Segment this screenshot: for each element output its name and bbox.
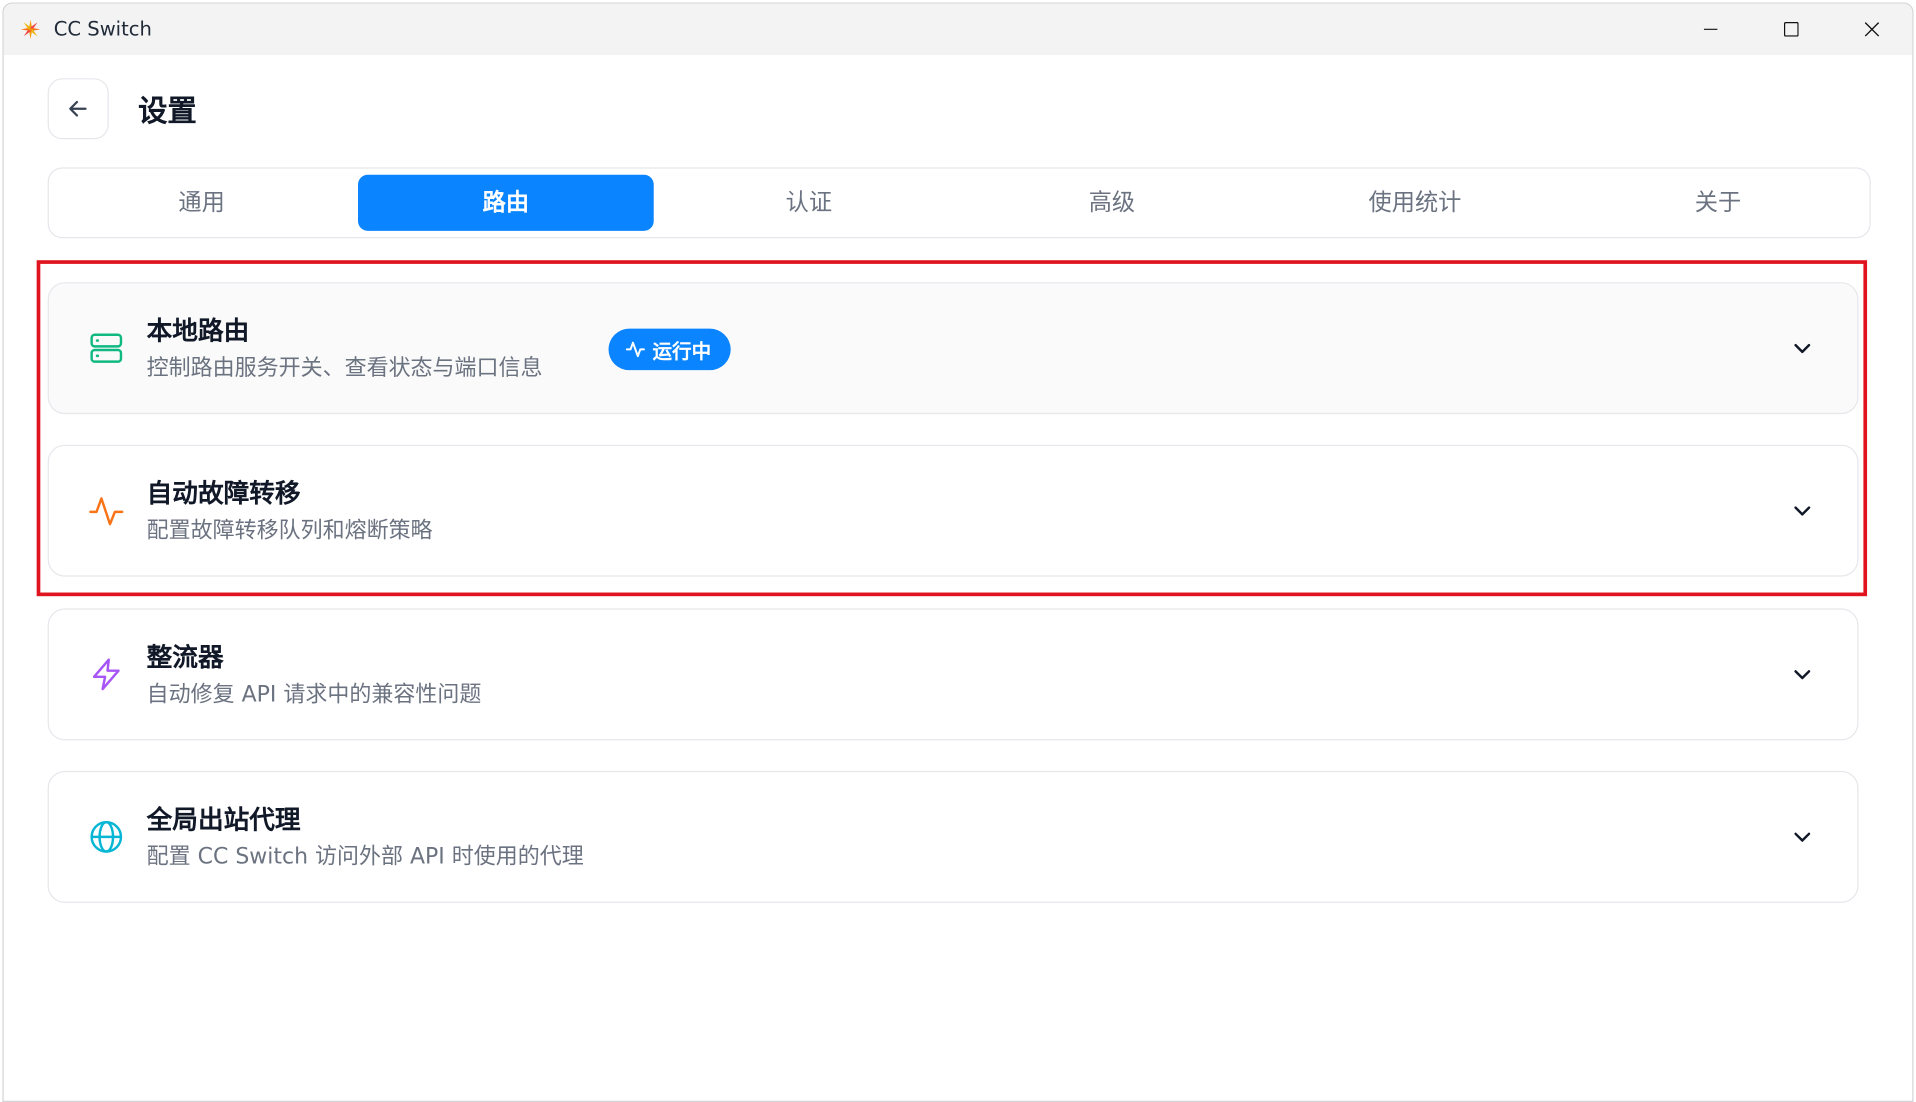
status-badge: 运行中 <box>608 328 731 371</box>
chevron-down-icon <box>1794 506 1811 516</box>
section-title: 本地路由 <box>146 316 250 346</box>
app-logo-icon <box>20 19 41 40</box>
tab-advanced[interactable]: 高级 <box>964 175 1260 231</box>
tab-auth[interactable]: 认证 <box>661 175 957 231</box>
maximize-icon <box>1783 21 1799 37</box>
back-button[interactable] <box>47 78 109 140</box>
activity-icon <box>625 341 645 358</box>
lightning-icon <box>92 658 120 691</box>
section-description: 配置 CC Switch 访问外部 API 时使用的代理 <box>146 844 584 870</box>
globe-icon <box>90 820 123 853</box>
tab-general[interactable]: 通用 <box>54 175 350 231</box>
close-button[interactable] <box>1832 4 1913 55</box>
chevron-down-icon <box>1794 670 1811 680</box>
activity-icon <box>89 497 124 526</box>
section-title: 全局出站代理 <box>146 805 301 835</box>
chevron-down-icon <box>1794 343 1811 354</box>
tab-usage-stats[interactable]: 使用统计 <box>1267 175 1563 231</box>
settings-tabs: 通用 路由 认证 高级 使用统计 关于 <box>47 167 1871 239</box>
section-title: 整流器 <box>146 642 224 672</box>
section-auto-failover[interactable]: 自动故障转移 配置故障转移队列和熔断策略 <box>47 444 1859 577</box>
status-badge-label: 运行中 <box>652 339 712 363</box>
minimize-icon <box>1703 28 1718 30</box>
section-title: 自动故障转移 <box>146 478 301 509</box>
window-title: CC Switch <box>53 17 152 41</box>
close-icon <box>1864 22 1880 37</box>
app-window: CC Switch 设置 通用 路由 认证 高级 使用统计 关于 本地路由 控制… <box>2 2 1914 1102</box>
minimize-button[interactable] <box>1670 4 1751 55</box>
screenshot-stage: CC Switch 设置 通用 路由 认证 高级 使用统计 关于 本地路由 控制… <box>0 0 1916 1102</box>
section-global-proxy[interactable]: 全局出站代理 配置 CC Switch 访问外部 API 时使用的代理 <box>47 770 1859 903</box>
tab-about[interactable]: 关于 <box>1570 175 1866 231</box>
section-local-routing[interactable]: 本地路由 控制路由服务开关、查看状态与端口信息 运行中 <box>47 282 1859 415</box>
title-bar: CC Switch <box>3 3 1913 55</box>
section-description: 配置故障转移队列和熔断策略 <box>146 518 433 544</box>
section-description: 自动修复 API 请求中的兼容性问题 <box>146 681 482 708</box>
section-description: 控制路由服务开关、查看状态与端口信息 <box>146 355 543 382</box>
section-rectifier[interactable]: 整流器 自动修复 API 请求中的兼容性问题 <box>47 608 1859 741</box>
page-title: 设置 <box>138 94 197 129</box>
arrow-left-icon <box>69 100 87 117</box>
chevron-down-icon <box>1794 832 1811 842</box>
server-icon <box>90 333 123 363</box>
maximize-button[interactable] <box>1751 4 1832 55</box>
tab-routing[interactable]: 路由 <box>358 174 654 231</box>
